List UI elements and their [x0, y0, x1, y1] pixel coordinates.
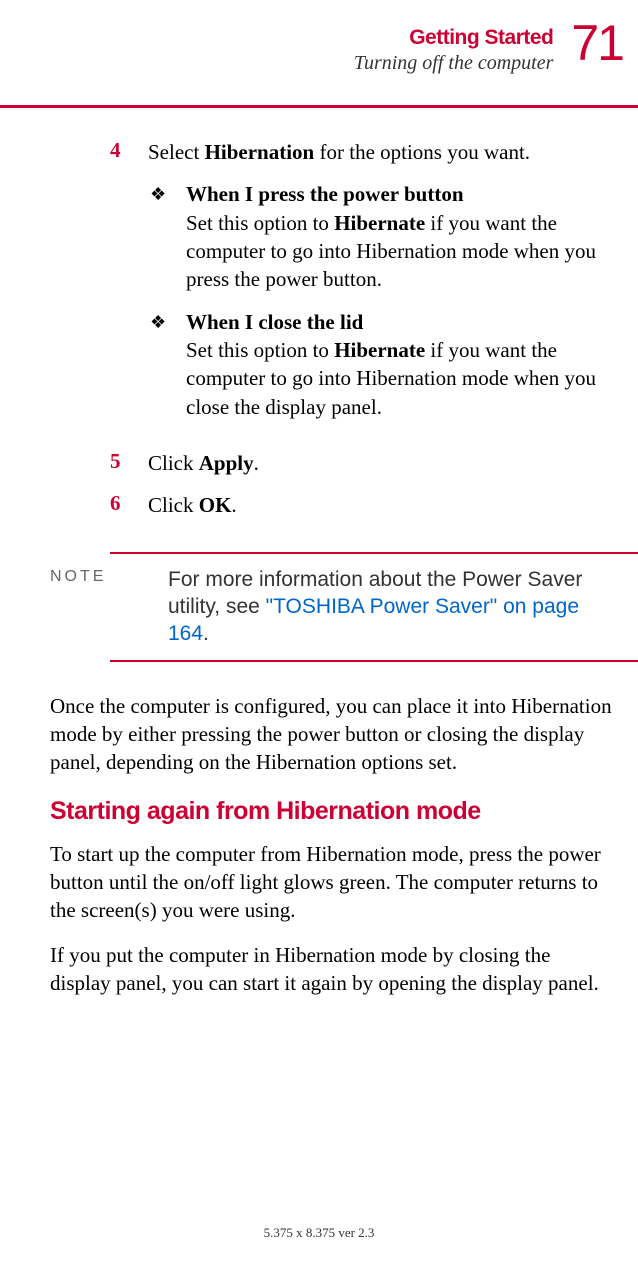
step-6: 6 Click OK.: [110, 491, 613, 519]
page-number: 71: [571, 18, 623, 68]
step-number: 6: [110, 491, 148, 519]
subsection-heading: Starting again from Hibernation mode: [50, 797, 613, 826]
body-paragraph: If you put the computer in Hibernation m…: [50, 941, 613, 998]
note-top-divider: [110, 552, 638, 554]
note-label: NOTE: [50, 566, 168, 648]
step-4: 4 Select Hibernation for the options you…: [110, 138, 613, 435]
diamond-bullet-icon: ❖: [148, 180, 186, 293]
note-block: NOTE For more information about the Powe…: [50, 566, 623, 648]
page-header: Getting Started Turning off the computer…: [50, 18, 623, 75]
chapter-title: Getting Started: [354, 26, 553, 50]
section-title: Turning off the computer: [354, 52, 553, 75]
header-divider: [0, 105, 638, 108]
bullet-close-lid: ❖ When I close the lid Set this option t…: [148, 308, 613, 421]
step-5: 5 Click Apply.: [110, 449, 613, 477]
bullet-description: Set this option to Hibernate if you want…: [186, 336, 613, 421]
step-number: 4: [110, 138, 148, 435]
step-text: Click Apply.: [148, 449, 259, 477]
body-paragraph: Once the computer is configured, you can…: [50, 692, 613, 777]
bullet-title: When I press the power button: [186, 180, 613, 208]
step-text: Select Hibernation for the options you w…: [148, 138, 613, 435]
page-footer: 5.375 x 8.375 ver 2.3: [0, 1225, 638, 1241]
diamond-bullet-icon: ❖: [148, 308, 186, 421]
step-text: Click OK.: [148, 491, 237, 519]
step-number: 5: [110, 449, 148, 477]
bullet-power-button: ❖ When I press the power button Set this…: [148, 180, 613, 293]
note-text: For more information about the Power Sav…: [168, 566, 623, 648]
bullet-description: Set this option to Hibernate if you want…: [186, 209, 613, 294]
body-paragraph: To start up the computer from Hibernatio…: [50, 840, 613, 925]
bullet-title: When I close the lid: [186, 308, 613, 336]
